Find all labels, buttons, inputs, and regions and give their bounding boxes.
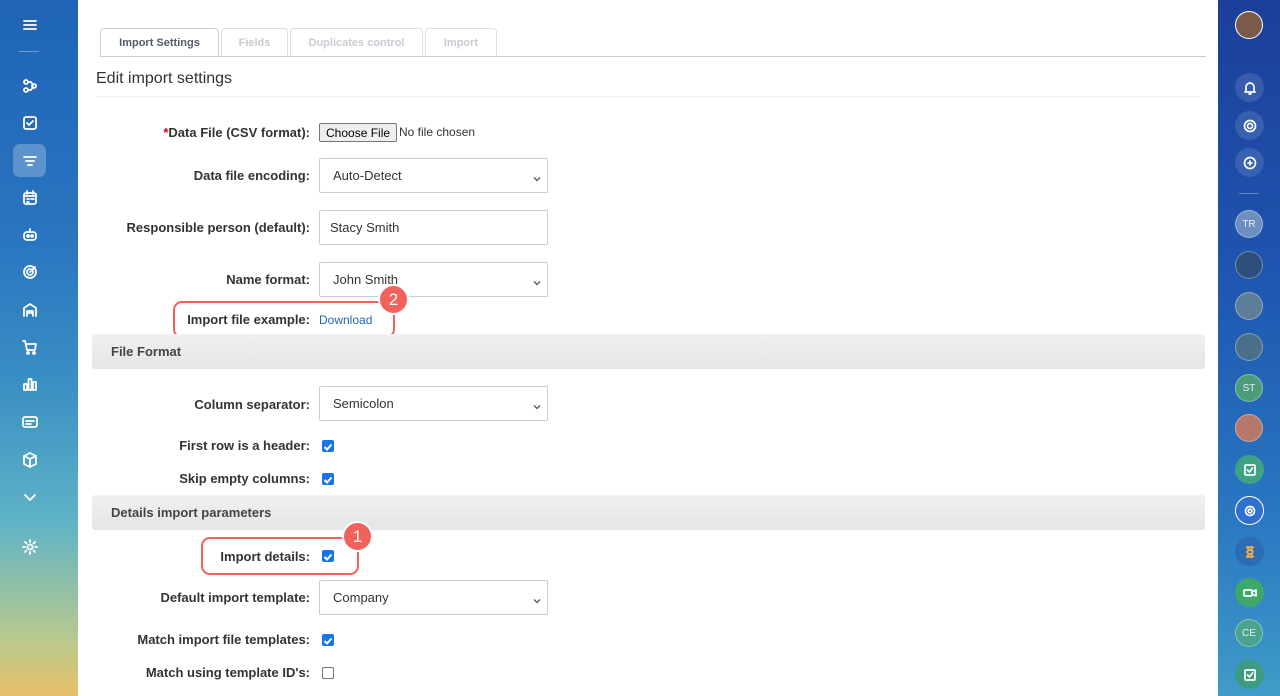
target-icon[interactable]	[13, 255, 46, 288]
avatar-initials-st[interactable]: ST	[1235, 374, 1263, 402]
chat-search-icon[interactable]	[1235, 148, 1264, 177]
chevron-down-icon[interactable]	[13, 480, 46, 513]
encoding-select[interactable]: Auto-Detect	[319, 158, 548, 193]
first-row-header-label: First row is a header:	[179, 438, 310, 453]
left-sidebar	[0, 0, 58, 696]
first-row-header-checkbox[interactable]	[322, 440, 334, 452]
match-templates-checkbox[interactable]	[322, 634, 334, 646]
bell-icon[interactable]	[1235, 73, 1264, 102]
box-icon[interactable]	[13, 443, 46, 476]
flow-icon[interactable]	[13, 69, 46, 102]
callout-badge-2: 2	[378, 284, 409, 315]
callout-highlight-1	[201, 537, 359, 575]
chevron-down-icon	[533, 171, 541, 182]
default-template-value: Company	[333, 590, 389, 605]
responsible-input[interactable]: Stacy Smith	[319, 210, 548, 245]
default-template-label: Default import template:	[160, 590, 310, 605]
page-title: Edit import settings	[96, 70, 233, 87]
skip-empty-checkbox[interactable]	[322, 473, 334, 485]
encoding-value: Auto-Detect	[333, 168, 402, 183]
contact-card-icon[interactable]	[13, 405, 46, 438]
chevron-down-icon	[533, 275, 541, 286]
section-file-format: File Format	[92, 334, 1205, 369]
match-templates-label: Match import file templates:	[137, 632, 310, 647]
tab-fields[interactable]: Fields	[221, 28, 288, 57]
store-icon[interactable]	[13, 293, 46, 326]
skip-empty-label: Skip empty columns:	[179, 471, 310, 486]
filter-icon[interactable]	[13, 144, 46, 177]
name-format-label: Name format:	[226, 272, 310, 287]
copilot-icon[interactable]	[1235, 496, 1264, 525]
checklist-icon[interactable]	[1235, 660, 1264, 689]
tab-import-settings[interactable]: Import Settings	[100, 28, 219, 57]
chevron-down-icon	[533, 399, 541, 410]
main-panel: Import Settings Fields Duplicates contro…	[78, 0, 1218, 696]
tab-bar: Import Settings Fields Duplicates contro…	[100, 28, 497, 57]
robot-icon[interactable]	[13, 218, 46, 251]
task-chat-icon[interactable]	[1235, 455, 1264, 484]
column-separator-value: Semicolon	[333, 396, 394, 411]
activity-icon[interactable]	[1235, 111, 1264, 140]
right-sidebar-divider	[1239, 193, 1259, 194]
right-sidebar: TR ST CE	[1218, 0, 1280, 696]
match-ids-label: Match using template ID's:	[145, 665, 310, 680]
avatar-initials-tr[interactable]: TR	[1235, 210, 1263, 238]
settings-icon[interactable]	[13, 530, 46, 563]
match-ids-checkbox[interactable]	[322, 667, 334, 679]
title-divider	[96, 96, 1200, 97]
group-chat-icon[interactable]	[1235, 414, 1263, 442]
avatar-user-4[interactable]	[1235, 333, 1263, 361]
responsible-label: Responsible person (default):	[126, 220, 310, 235]
avatar-initials-ce[interactable]: CE	[1235, 619, 1263, 647]
avatar-user-2[interactable]	[1235, 251, 1263, 279]
column-separator-select[interactable]: Semicolon	[319, 386, 548, 421]
avatar-user-3[interactable]	[1235, 292, 1263, 320]
encoding-label: Data file encoding:	[193, 168, 310, 183]
video-call-icon[interactable]	[1235, 578, 1264, 607]
user-avatar[interactable]	[1235, 11, 1263, 39]
name-format-select[interactable]: John Smith	[319, 262, 548, 297]
tab-duplicates-control[interactable]: Duplicates control	[290, 28, 423, 57]
sidebar-divider	[19, 51, 39, 52]
task-icon[interactable]	[13, 106, 46, 139]
callout-highlight-2	[173, 301, 395, 338]
chevron-down-icon	[533, 593, 541, 604]
column-separator-label: Column separator:	[194, 397, 310, 412]
tab-import[interactable]: Import	[425, 28, 497, 57]
file-status: No file chosen	[399, 125, 476, 139]
choose-file-button[interactable]: Choose File	[319, 123, 398, 142]
cart-icon[interactable]	[13, 330, 46, 363]
data-file-label-text: Data File (CSV format):	[168, 125, 310, 140]
tabs-divider	[100, 56, 1206, 57]
hourglass-icon[interactable]	[1235, 537, 1264, 566]
data-file-label: *Data File (CSV format):	[163, 125, 310, 140]
analytics-icon[interactable]	[13, 367, 46, 400]
menu-icon[interactable]	[13, 8, 46, 41]
callout-badge-1: 1	[342, 521, 373, 552]
calendar-icon[interactable]	[13, 181, 46, 214]
default-template-select[interactable]: Company	[319, 580, 548, 615]
section-details-import: Details import parameters	[92, 495, 1205, 530]
